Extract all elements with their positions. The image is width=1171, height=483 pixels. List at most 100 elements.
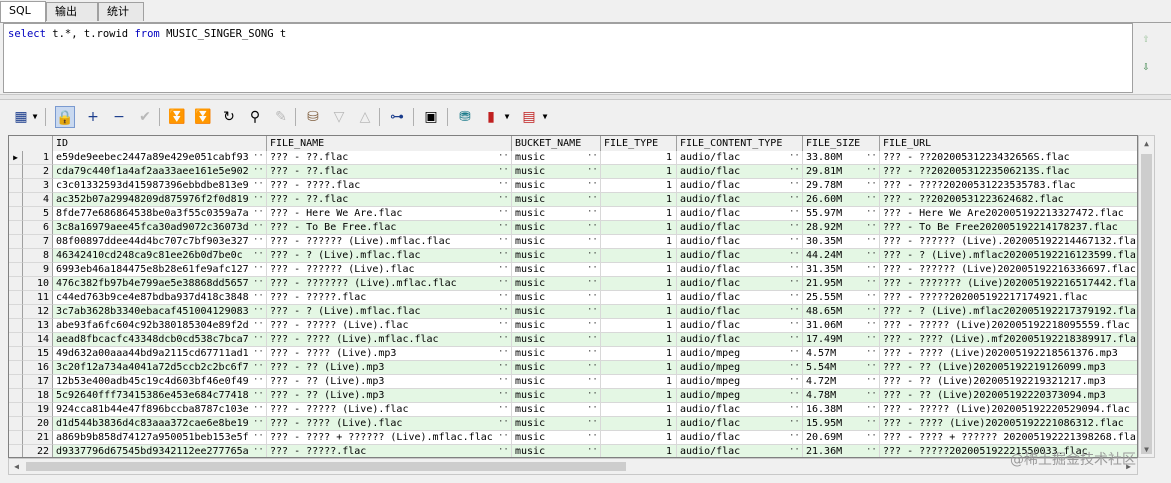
table-icon[interactable]: ▤ [519, 106, 539, 128]
table-row[interactable]: 63c8a16979aee45fca30ad9072c36073d···??? … [9, 221, 1137, 235]
cell-editor-button[interactable]: ··· [866, 291, 879, 304]
cell-bucket-name[interactable]: music ··· [512, 445, 601, 457]
cell-editor-button[interactable]: ··· [587, 305, 600, 318]
cell-editor-button[interactable]: ··· [866, 151, 879, 164]
chevron-down-icon[interactable]: ▼ [31, 106, 39, 128]
cell-editor-button[interactable]: ··· [866, 431, 879, 444]
cell-editor-button[interactable]: ··· [587, 263, 600, 276]
cell-editor-button[interactable]: ··· [866, 165, 879, 178]
cell-editor-button[interactable]: ··· [866, 361, 879, 374]
cell-editor-button[interactable]: ··· [587, 375, 600, 388]
cell-file-type[interactable]: 1 [601, 263, 677, 277]
cell-file-content-type[interactable]: audio/flac ··· [677, 445, 803, 457]
cell-editor-button[interactable]: ··· [587, 207, 600, 220]
cell-editor-button[interactable]: ··· [587, 347, 600, 360]
cell-file-type[interactable]: 1 [601, 361, 677, 375]
cell-file-type[interactable]: 1 [601, 319, 677, 333]
cell-bucket-name[interactable]: music ··· [512, 263, 601, 277]
query-by-example-icon[interactable]: ⛁ [303, 106, 323, 128]
cell-editor-button[interactable]: ··· [587, 179, 600, 192]
cell-id[interactable]: 46342410cd248ca9c81ee26b0d7be0c ··· [53, 249, 267, 263]
table-row[interactable]: 10 476c382fb97b4e799ae5e38868dd5657 ···???… [9, 277, 1137, 291]
table-row[interactable]: 16 3c20f12a734a4041a72d5ccb2c2bc6f7 ···???… [9, 361, 1137, 375]
cell-editor-button[interactable]: ··· [789, 249, 802, 262]
cell-id[interactable]: c3c01332593d415987396ebbdbe813e9 ··· [53, 179, 267, 193]
row-number[interactable]: 19 [23, 403, 53, 417]
sql-editor[interactable]: select t.*, t.rowid from MUSIC_SINGER_SO… [3, 23, 1133, 93]
cell-editor-button[interactable]: ··· [789, 151, 802, 164]
cell-file-name[interactable]: ??? - ????.flac ··· [267, 179, 512, 193]
cell-file-name[interactable]: ??? - ??????? (Live).mflac.flac ··· [267, 277, 512, 291]
cell-file-content-type[interactable]: audio/flac ··· [677, 277, 803, 291]
cell-editor-button[interactable]: ··· [253, 389, 266, 402]
table-row[interactable]: 4ac352b07a29948209d875976f2f0d819···??? … [9, 193, 1137, 207]
cell-file-content-type[interactable]: audio/flac ··· [677, 431, 803, 445]
cell-editor-button[interactable]: ··· [789, 417, 802, 430]
cell-bucket-name[interactable]: music ··· [512, 389, 601, 403]
cell-editor-button[interactable]: ··· [866, 221, 879, 234]
row-number[interactable]: 20 [23, 417, 53, 431]
cell-id[interactable]: 5c92640fff73415386e453e684c77418 ··· [53, 389, 267, 403]
cell-file-content-type[interactable]: audio/flac ··· [677, 403, 803, 417]
cell-editor-button[interactable]: ··· [253, 445, 266, 457]
down-arrow-icon[interactable]: ⇩ [1139, 59, 1153, 73]
cell-file-size[interactable]: 31.06M ··· [803, 319, 880, 333]
table-row[interactable]: 58fde77e686864538be0a3f55c0359a7a···??? … [9, 207, 1137, 221]
cell-file-type[interactable]: 1 [601, 291, 677, 305]
cell-editor-button[interactable]: ··· [253, 291, 266, 304]
cell-id[interactable]: a869b9b858d74127a950051beb153e5f ··· [53, 431, 267, 445]
table-row[interactable]: 3c3c01332593d415987396ebbdbe813e9···??? … [9, 179, 1137, 193]
cell-file-type[interactable]: 1 [601, 305, 677, 319]
cell-file-name[interactable]: ??? - ? (Live).mflac.flac ··· [267, 305, 512, 319]
cell-file-name[interactable]: ??? - Here We Are.flac ··· [267, 207, 512, 221]
cell-editor-button[interactable]: ··· [866, 305, 879, 318]
row-number[interactable]: 14 [23, 333, 53, 347]
vertical-scroll-thumb[interactable] [1141, 154, 1152, 454]
cell-file-url[interactable]: ??? - ??????? (Live)202005192216517442.f… [880, 277, 1137, 291]
table-row[interactable]: 14 aead8fbcacfc43348dcb0cd538c7bca7 ···???… [9, 333, 1137, 347]
cell-file-size[interactable]: 25.55M ··· [803, 291, 880, 305]
cell-file-size[interactable]: 33.80M ··· [803, 151, 880, 165]
row-number[interactable]: 10 [23, 277, 53, 291]
scroll-left-icon[interactable]: ◀ [9, 459, 24, 474]
cell-file-name[interactable]: ??? - ??.flac ··· [267, 151, 512, 165]
cell-file-type[interactable]: 1 [601, 277, 677, 291]
tab-sql[interactable]: SQL [0, 1, 46, 22]
cell-file-name[interactable]: ??? - ???? (Live).mflac.flac ··· [267, 333, 512, 347]
table-row[interactable]: 11 c44ed763b9ce4e87bdba937d418c3848 ···???… [9, 291, 1137, 305]
cell-file-type[interactable]: 1 [601, 417, 677, 431]
delete-row-button[interactable]: − [109, 106, 129, 128]
row-number[interactable]: 3 [23, 179, 53, 193]
cell-file-name[interactable]: ??? - ???? (Live).mp3 ··· [267, 347, 512, 361]
cell-editor-button[interactable]: ··· [498, 291, 511, 304]
cell-file-size[interactable]: 4.57M ··· [803, 347, 880, 361]
cell-file-type[interactable]: 1 [601, 221, 677, 235]
row-number[interactable]: 5 [23, 207, 53, 221]
cell-file-size[interactable]: 48.65M ··· [803, 305, 880, 319]
cell-file-type[interactable]: 1 [601, 389, 677, 403]
cell-editor-button[interactable]: ··· [498, 431, 511, 444]
cell-editor-button[interactable]: ··· [587, 417, 600, 430]
cell-file-type[interactable]: 1 [601, 375, 677, 389]
cell-editor-button[interactable]: ··· [498, 361, 511, 374]
cell-editor-button[interactable]: ··· [587, 431, 600, 444]
cell-bucket-name[interactable]: music ··· [512, 403, 601, 417]
table-row[interactable]: 12 3c7ab3628b3340ebacaf451004129083 ···???… [9, 305, 1137, 319]
cell-bucket-name[interactable]: music ··· [512, 179, 601, 193]
cell-editor-button[interactable]: ··· [498, 445, 511, 457]
cell-editor-button[interactable]: ··· [498, 165, 511, 178]
cell-file-type[interactable]: 1 [601, 179, 677, 193]
cell-editor-button[interactable]: ··· [498, 403, 511, 416]
cell-file-type[interactable]: 1 [601, 249, 677, 263]
export-icon[interactable]: ⛃ [455, 106, 475, 128]
cell-editor-button[interactable]: ··· [866, 389, 879, 402]
cell-file-content-type[interactable]: audio/flac ··· [677, 165, 803, 179]
cell-editor-button[interactable]: ··· [789, 179, 802, 192]
cell-editor-button[interactable]: ··· [498, 277, 511, 290]
clear-icon[interactable]: ✎ [271, 106, 291, 128]
cell-editor-button[interactable]: ··· [498, 249, 511, 262]
cell-file-content-type[interactable]: audio/flac ··· [677, 263, 803, 277]
horizontal-scroll-thumb[interactable] [26, 462, 626, 471]
cell-file-type[interactable]: 1 [601, 165, 677, 179]
row-number[interactable]: 13 [23, 319, 53, 333]
